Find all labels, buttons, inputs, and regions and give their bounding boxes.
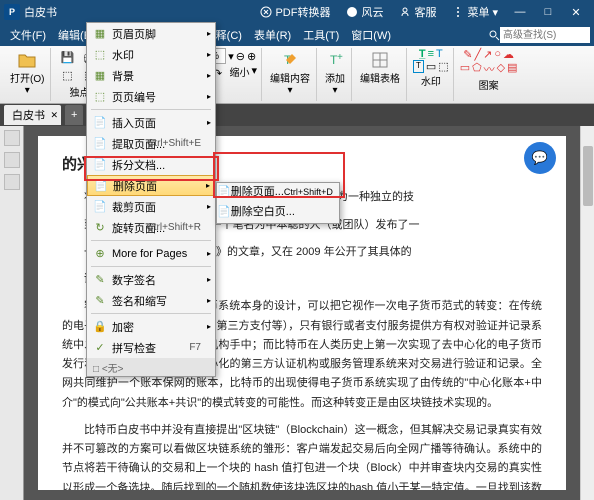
menu-watermark[interactable]: ⬚水印▸ [87,44,215,65]
delete-page-submenu: 📄删除页面...Ctrl+Shift+D 📄删除空白页... [216,182,340,224]
menu-form[interactable]: 表单(R) [248,25,297,45]
curve-icon[interactable]: 〰 [484,61,495,77]
menu-sign-initial[interactable]: ✎签名和缩写▸ [87,290,215,311]
edit-content-button[interactable]: T编辑内容▾ [268,48,312,98]
edit-table-button[interactable]: 编辑表格 [358,48,402,87]
arrow-icon[interactable]: ↗ [483,48,492,61]
search-icon [488,29,500,41]
submenu-delete-pages[interactable]: 📄删除页面...Ctrl+Shift+D [217,183,339,203]
menu-more-pages[interactable]: ⊕More for Pages▸ [87,243,215,264]
sidebar-pages-icon[interactable] [4,152,20,168]
cloud-icon[interactable]: ☁ [503,48,514,61]
add-button[interactable]: T+添加▾ [323,48,347,98]
save-icon[interactable]: 💾 [57,48,77,66]
menu-button[interactable]: 菜单▾ [444,0,506,24]
menu-insert-page[interactable]: 📄插入页面▸ [87,112,215,133]
tool-icon[interactable]: ⬚ [57,66,77,84]
float-action-button[interactable]: 💬 [524,142,556,174]
image-label: 图案 [479,77,499,92]
fengyun-button[interactable]: 风云 [338,0,391,24]
menu-window[interactable]: 窗口(W) [345,25,397,45]
text2-icon[interactable]: T [436,48,443,60]
dropdown-footer: □ <无> [87,358,215,376]
search-input[interactable] [500,27,590,43]
menu-digital-sign[interactable]: ✎数字签名▸ [87,269,215,290]
sidebar-attach-icon[interactable] [4,174,20,190]
document-menu-dropdown: ▦页眉页脚▸ ⬚水印▸ ▦背景▸ ⬚页页编号▸ 📄插入页面▸ 📄提取页面...C… [86,22,216,377]
zoom-out-icon[interactable]: ⊖ [236,50,245,63]
menu-crop-page[interactable]: 📄裁剪页面▸ [87,196,215,217]
menu-header-footer[interactable]: ▦页眉页脚▸ [87,23,215,44]
note-icon[interactable]: ▭ [426,60,436,73]
sidebar [0,126,24,500]
maximize-button[interactable]: □ [534,6,562,18]
menu-file[interactable]: 文件(F) [4,25,52,45]
menu-tool[interactable]: 工具(T) [297,25,345,45]
open-button[interactable]: 打开(O)▾ [8,48,46,98]
menu-split-doc[interactable]: 📄拆分文档... [87,154,215,175]
menu-rotate-page[interactable]: ↻旋转页面...Ctrl+Shift+R [87,217,215,238]
menu-encrypt[interactable]: 🔒加密▸ [87,316,215,337]
shape-icon[interactable]: ◇ [497,61,505,77]
text-tool-icon[interactable]: T̲ [419,48,426,60]
menu-delete-page[interactable]: 📄删除页面▸ [87,175,215,196]
minimize-button[interactable]: — [506,6,534,18]
app-logo: P [4,4,20,20]
tab-close-icon[interactable]: ✕ [50,110,58,121]
zoom-in-icon[interactable]: ⊕ [247,50,256,63]
close-button[interactable]: ✕ [562,6,590,19]
pdf-converter-button[interactable]: PDF转换器 [252,0,338,24]
circle-icon[interactable]: ○ [494,48,501,61]
rect-icon[interactable]: ▭ [460,61,470,77]
menu-background[interactable]: ▦背景▸ [87,65,215,86]
svg-text:+: + [337,52,343,63]
menu-page-number[interactable]: ⬚页页编号▸ [87,86,215,107]
line-icon[interactable]: ╱ [474,48,481,61]
sidebar-bookmark-icon[interactable] [4,130,20,146]
document-tab[interactable]: 白皮书✕ [4,105,61,125]
textbox-icon[interactable]: T [413,60,424,73]
paragraph: 比特币白皮书中并没有直接提出"区块链"（Blockchain）这一概念，但其解决… [62,421,542,490]
highlight-icon[interactable]: ≡ [428,48,434,60]
area-icon[interactable]: ▤ [507,61,517,77]
new-tab-button[interactable]: + [65,105,83,125]
stamp-icon[interactable]: ⬚ [438,60,448,73]
menu-spellcheck[interactable]: ✓拼写检查F7 [87,337,215,358]
pencil-icon[interactable]: ✎ [463,48,472,61]
support-button[interactable]: 客服 [391,0,444,24]
watermark-label: 水印 [421,73,441,88]
scrollbar[interactable] [580,126,594,500]
submenu-delete-blank[interactable]: 📄删除空白页... [217,203,339,223]
scroll-thumb[interactable] [583,146,593,206]
app-title: 白皮书 [24,4,57,20]
fit-label[interactable]: 缩小 [229,64,249,82]
poly-icon[interactable]: ⬠ [472,61,482,77]
menu-extract-page[interactable]: 📄提取页面...Ctrl+Shift+E [87,133,215,154]
